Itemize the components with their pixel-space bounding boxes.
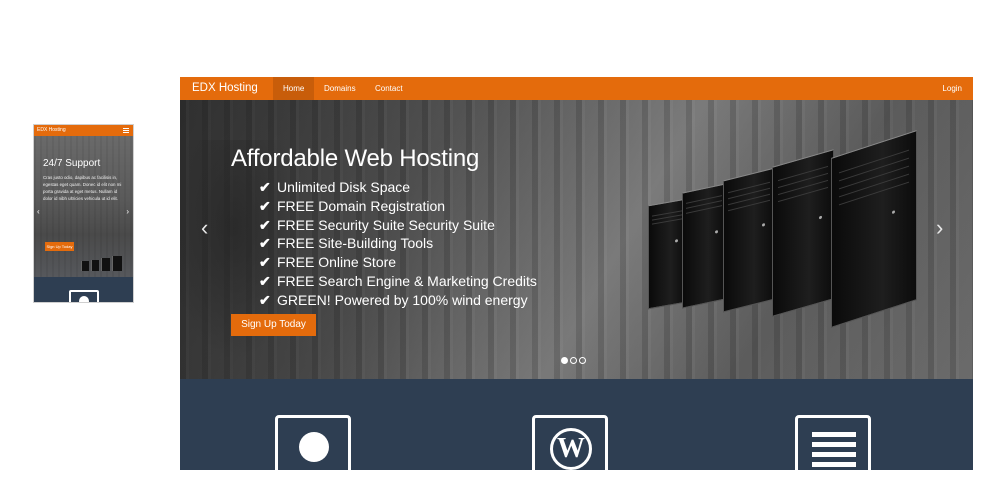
hamburger-menu-icon[interactable]	[123, 128, 129, 133]
carousel-next-icon[interactable]: ›	[936, 217, 943, 239]
mobile-signup-button[interactable]: Sign Up Today	[45, 242, 74, 251]
nav-item-domains[interactable]: Domains	[314, 77, 366, 100]
feature-item: ✔ FREE Site-Building Tools	[259, 235, 434, 252]
check-icon: ✔	[259, 197, 271, 214]
feature-list: ✔ Unlimited Disk Space ✔ FREE Domain Regis…	[259, 178, 537, 310]
carousel-dot[interactable]	[570, 357, 577, 364]
mobile-slide-text: Cras justo odio, dapibus ac facilisis in…	[43, 175, 122, 201]
carousel-prev-icon[interactable]: ‹	[201, 217, 208, 239]
feature-item: ✔ GREEN! Powered by 100% wind energy	[259, 291, 528, 308]
mobile-preview: EDX Hosting 24/7 Support Cras justo odio…	[33, 124, 134, 303]
signup-button[interactable]: Sign Up Today	[231, 314, 316, 336]
mobile-hero-carousel: 24/7 Support Cras justo odio, dapibus ac…	[34, 136, 133, 277]
desktop-preview: EDX Hosting Home Domains Contact Login A…	[180, 77, 973, 470]
mobile-user-icon	[69, 290, 99, 302]
hero-carousel: Affordable Web Hosting ✔ Unlimited Disk S…	[180, 100, 973, 379]
features-section: W	[180, 379, 973, 470]
feature-item: ✔ Unlimited Disk Space	[259, 179, 411, 195]
user-icon	[275, 415, 351, 470]
mobile-prev-arrow-icon[interactable]: ‹	[37, 207, 40, 216]
feature-item: ✔ FREE Online Store	[259, 254, 397, 271]
hero-title: Affordable Web Hosting	[231, 145, 480, 172]
check-icon: ✔	[259, 291, 271, 308]
check-icon: ✔	[259, 235, 271, 252]
check-icon: ✔	[259, 216, 271, 233]
mobile-slide-title: 24/7 Support	[43, 158, 101, 169]
brand-logo[interactable]: EDX Hosting	[192, 77, 258, 100]
carousel-indicators	[561, 351, 588, 369]
server-icon	[795, 415, 871, 470]
mobile-brand[interactable]: EDX Hosting	[37, 127, 66, 133]
feature-item: ✔ FREE Domain Registration	[259, 197, 446, 214]
login-link[interactable]: Login	[932, 77, 972, 100]
check-icon: ✔	[259, 254, 271, 271]
feature-item: ✔ FREE Security Suite Security Suite	[259, 216, 495, 233]
check-icon: ✔	[259, 179, 271, 195]
check-icon: ✔	[259, 272, 271, 289]
mobile-navbar: EDX Hosting	[34, 125, 133, 136]
mobile-servers-image	[79, 255, 125, 271]
wordpress-icon: W	[532, 415, 608, 470]
carousel-dot[interactable]	[579, 357, 586, 364]
feature-item: ✔ FREE Search Engine & Marketing Credits	[259, 272, 537, 289]
servers-image	[648, 130, 924, 328]
nav-item-home[interactable]: Home	[273, 77, 315, 100]
nav-item-contact[interactable]: Contact	[365, 77, 413, 100]
navbar: EDX Hosting Home Domains Contact Login	[180, 77, 973, 100]
mobile-next-arrow-icon[interactable]: ›	[126, 207, 129, 216]
carousel-dot[interactable]	[561, 357, 568, 364]
